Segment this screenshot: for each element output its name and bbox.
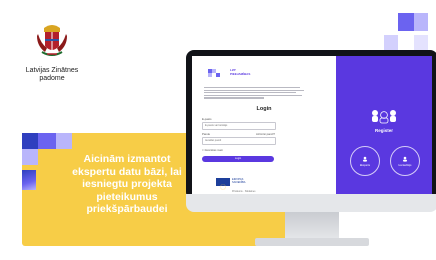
decor-square xyxy=(414,35,428,51)
coat-of-arms-icon xyxy=(37,25,67,56)
email-label: E-pasts xyxy=(202,117,212,121)
remember-me-checkbox[interactable]: ☐ Atcerēties mani xyxy=(202,149,223,152)
monitor-chin xyxy=(186,194,436,212)
register-pane: Register Eksperts Iesniedzējs xyxy=(336,56,432,195)
organization-logo: Latvijas Zinātnes padome xyxy=(22,22,82,83)
intro-text-lines xyxy=(204,87,304,99)
decor-square xyxy=(414,13,428,31)
remember-me-label: Atcerēties mani xyxy=(204,149,223,152)
monitor-neck xyxy=(285,212,339,238)
register-option-applicant[interactable]: Iesniedzējs xyxy=(390,146,420,176)
monitor-screen: LZP PIEEJAMĪBAS Login E-pasts E-pasts va… xyxy=(192,56,432,195)
eu-flag-icon xyxy=(216,178,230,190)
forgot-password-link[interactable]: Aizmirsi paroli? xyxy=(256,132,275,136)
decor-square xyxy=(22,149,38,165)
email-placeholder: E-pasts vai lietotājs xyxy=(205,124,228,127)
password-field[interactable]: Ievadiet paroli xyxy=(202,137,276,145)
register-option-label: Eksperts xyxy=(359,164,371,167)
password-label: Parole xyxy=(202,132,211,136)
banner-image-thumbnail xyxy=(22,170,36,190)
login-title: Login xyxy=(256,106,272,112)
eu-text: EIROPAS SAVIENĪBA xyxy=(232,178,246,185)
user-icon xyxy=(363,156,367,162)
decor-square xyxy=(38,133,56,149)
register-title: Register xyxy=(374,128,393,133)
organization-name: Latvijas Zinātnes padome xyxy=(25,67,79,82)
banner-headline: Aicinām izmantot ekspertu datu bāzi, lai… xyxy=(72,153,182,215)
user-icon xyxy=(403,156,407,162)
decor-square xyxy=(398,13,414,31)
login-pane: LZP PIEEJAMĪBAS Login E-pasts E-pasts va… xyxy=(192,56,336,195)
people-illustration-icon xyxy=(372,110,396,124)
app-logo-icon xyxy=(208,69,220,77)
login-button[interactable]: Login xyxy=(202,156,274,162)
footer-links[interactable]: Privātums · Sīkdatnes xyxy=(232,190,255,193)
register-option-expert[interactable]: Eksperts xyxy=(350,146,380,176)
decor-square xyxy=(56,133,72,149)
email-field[interactable]: E-pasts vai lietotājs xyxy=(202,122,276,130)
decor-square xyxy=(384,35,398,51)
monitor-stand xyxy=(255,238,369,246)
register-option-label: Iesniedzējs xyxy=(398,164,412,167)
decor-square xyxy=(22,133,38,149)
app-brand: LZP PIEEJAMĪBAS xyxy=(230,68,251,76)
password-placeholder: Ievadiet paroli xyxy=(205,139,222,142)
